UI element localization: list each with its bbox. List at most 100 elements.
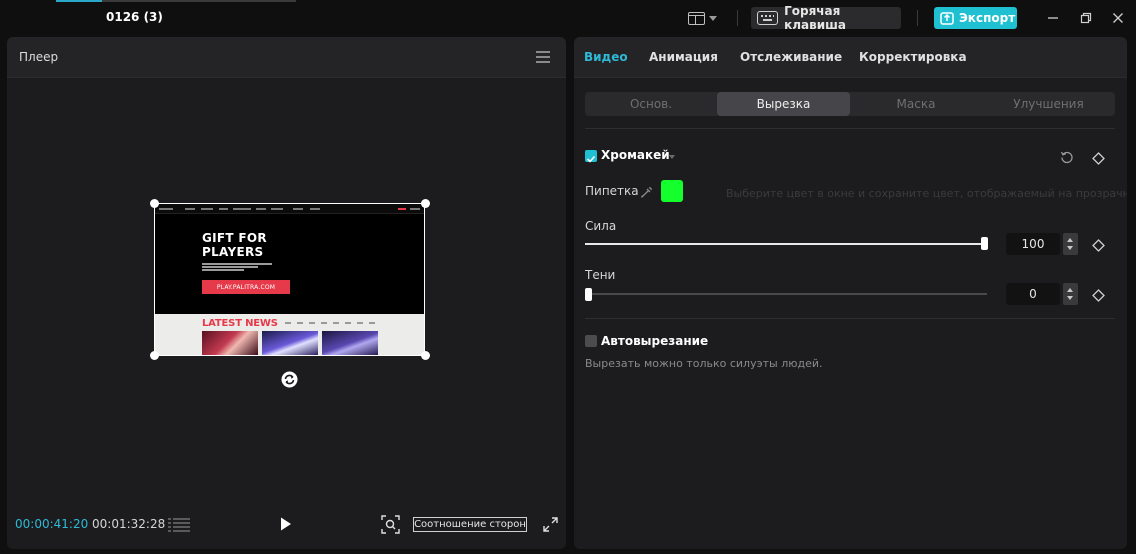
chevron-down-icon xyxy=(709,15,717,21)
strength-slider-fill xyxy=(585,243,985,245)
preview-thumbnail xyxy=(322,331,378,355)
inspector-tabs: Видео Анимация Отслеживание Корректировк… xyxy=(574,37,1127,78)
resize-handle-bottom-left[interactable] xyxy=(150,351,159,360)
shadow-label: Тени xyxy=(585,268,616,282)
resize-handle-bottom-right[interactable] xyxy=(421,351,430,360)
zoom-fit-icon xyxy=(381,515,400,534)
auto-cutout-label[interactable]: Автовырезание xyxy=(601,334,708,348)
layout-button[interactable] xyxy=(688,9,722,27)
keyframe-diamond-icon xyxy=(1092,152,1105,165)
current-time: 00:00:41:20 xyxy=(15,517,89,531)
strength-stepper[interactable] xyxy=(1063,233,1078,255)
aspect-ratio-button[interactable]: Соотношение сторон xyxy=(413,517,527,532)
preview-hero-title: GIFT FOR PLAYERS xyxy=(202,231,267,259)
shadow-slider-handle[interactable] xyxy=(585,288,592,301)
layout-icon xyxy=(688,11,705,25)
preview-thumbnail xyxy=(202,331,258,355)
project-title[interactable]: 0126 (3) xyxy=(106,10,163,24)
timeline-view-button[interactable] xyxy=(168,517,190,532)
resize-handle-top-right[interactable] xyxy=(421,199,430,208)
chroma-key-checkbox[interactable] xyxy=(585,150,597,163)
zoom-fit-button[interactable] xyxy=(381,515,400,534)
separator xyxy=(737,10,738,26)
strength-slider-track[interactable] xyxy=(585,243,985,245)
subtab-basic[interactable]: Основ. xyxy=(585,92,717,116)
chroma-reset-button[interactable] xyxy=(1060,149,1074,164)
export-label: Экспорт xyxy=(959,11,1016,25)
rotate-handle[interactable] xyxy=(281,371,298,388)
chevron-down-icon[interactable] xyxy=(1067,246,1073,250)
chevron-up-icon[interactable] xyxy=(1067,238,1073,242)
reset-icon xyxy=(1060,151,1073,164)
preview-thumbnail xyxy=(262,331,318,355)
keyframe-diamond-icon xyxy=(1092,289,1105,302)
strength-label: Сила xyxy=(585,219,617,233)
close-icon xyxy=(1113,13,1123,23)
player-header: Плеер xyxy=(7,37,566,78)
eyedropper-hint: Выберите цвет в окне и сохраните цвет, о… xyxy=(726,187,1127,200)
inspector-panel: Видео Анимация Отслеживание Корректировк… xyxy=(574,37,1127,549)
preview-news-meta xyxy=(285,322,375,324)
fullscreen-button[interactable] xyxy=(543,517,558,532)
hotkey-button[interactable]: Горячая клавиша xyxy=(751,4,901,32)
export-button[interactable]: Экспорт xyxy=(934,7,1017,29)
chevron-down-icon[interactable] xyxy=(669,155,675,159)
shadow-input[interactable]: 0 xyxy=(1006,283,1060,305)
eyedropper-label: Пипетка xyxy=(585,184,639,198)
loading-progress xyxy=(56,0,296,2)
keyboard-icon xyxy=(757,11,779,25)
divider xyxy=(585,128,1115,129)
tab-tracking[interactable]: Отслеживание xyxy=(740,50,842,64)
minimize-button[interactable] xyxy=(1045,10,1061,26)
strength-keyframe-button[interactable] xyxy=(1092,237,1105,252)
menu-icon[interactable] xyxy=(536,51,550,63)
preview-news-section: LATEST NEWS xyxy=(155,314,424,355)
preview-hero-subtitle xyxy=(202,263,272,271)
resize-handle-top-left[interactable] xyxy=(150,199,159,208)
chroma-key-label[interactable]: Хромакей xyxy=(601,148,670,162)
chevron-up-icon[interactable] xyxy=(1067,288,1073,292)
player-panel: Плеер GIFT FOR PLAYERS PLAY.PALITRA.COM … xyxy=(7,37,566,549)
picked-color-swatch[interactable] xyxy=(661,180,683,202)
chroma-keyframe-button[interactable] xyxy=(1092,150,1105,165)
fullscreen-icon xyxy=(543,517,558,532)
shadow-stepper[interactable] xyxy=(1063,283,1078,305)
total-duration: 00:01:32:28 xyxy=(92,517,166,531)
close-button[interactable] xyxy=(1110,10,1126,26)
strength-input[interactable]: 100 xyxy=(1006,233,1060,255)
preview-cta: PLAY.PALITRA.COM xyxy=(202,280,290,294)
auto-cutout-checkbox[interactable] xyxy=(585,335,597,347)
maximize-button[interactable] xyxy=(1078,10,1094,26)
title-bar: 0126 (3) Горячая клавиша Экспорт xyxy=(0,0,1136,36)
tab-adjustment[interactable]: Корректировка xyxy=(859,50,967,64)
play-icon xyxy=(281,517,291,531)
auto-cutout-hint: Вырезать можно только силуэты людей. xyxy=(585,357,823,370)
loading-progress-fill xyxy=(56,0,102,2)
tab-video[interactable]: Видео xyxy=(584,50,628,64)
subtab-mask[interactable]: Маска xyxy=(850,92,982,116)
subtabs: Основ. Вырезка Маска Улучшения xyxy=(585,92,1115,116)
player-title: Плеер xyxy=(19,50,59,64)
upload-icon xyxy=(940,12,954,25)
minimize-icon xyxy=(1048,17,1058,19)
video-preview[interactable]: GIFT FOR PLAYERS PLAY.PALITRA.COM LATEST… xyxy=(154,203,425,356)
play-button[interactable] xyxy=(279,516,293,532)
separator xyxy=(917,10,918,26)
shadow-keyframe-button[interactable] xyxy=(1092,287,1105,302)
shadow-slider-track[interactable] xyxy=(585,293,987,295)
strength-slider-handle[interactable] xyxy=(981,237,988,250)
subtab-enhance[interactable]: Улучшения xyxy=(982,92,1115,116)
preview-news-title: LATEST NEWS xyxy=(202,318,278,329)
keyframe-diamond-icon xyxy=(1092,239,1105,252)
eyedropper-button[interactable] xyxy=(640,184,653,198)
eyedropper-icon xyxy=(640,187,652,198)
tab-animation[interactable]: Анимация xyxy=(649,50,718,64)
rotate-icon xyxy=(281,371,298,388)
maximize-icon xyxy=(1080,12,1092,24)
hotkey-label: Горячая клавиша xyxy=(784,4,846,32)
subtab-cutout[interactable]: Вырезка xyxy=(717,92,850,116)
divider xyxy=(585,318,1115,319)
check-icon xyxy=(586,155,596,163)
preview-navbar xyxy=(155,204,424,214)
chevron-down-icon[interactable] xyxy=(1067,296,1073,300)
